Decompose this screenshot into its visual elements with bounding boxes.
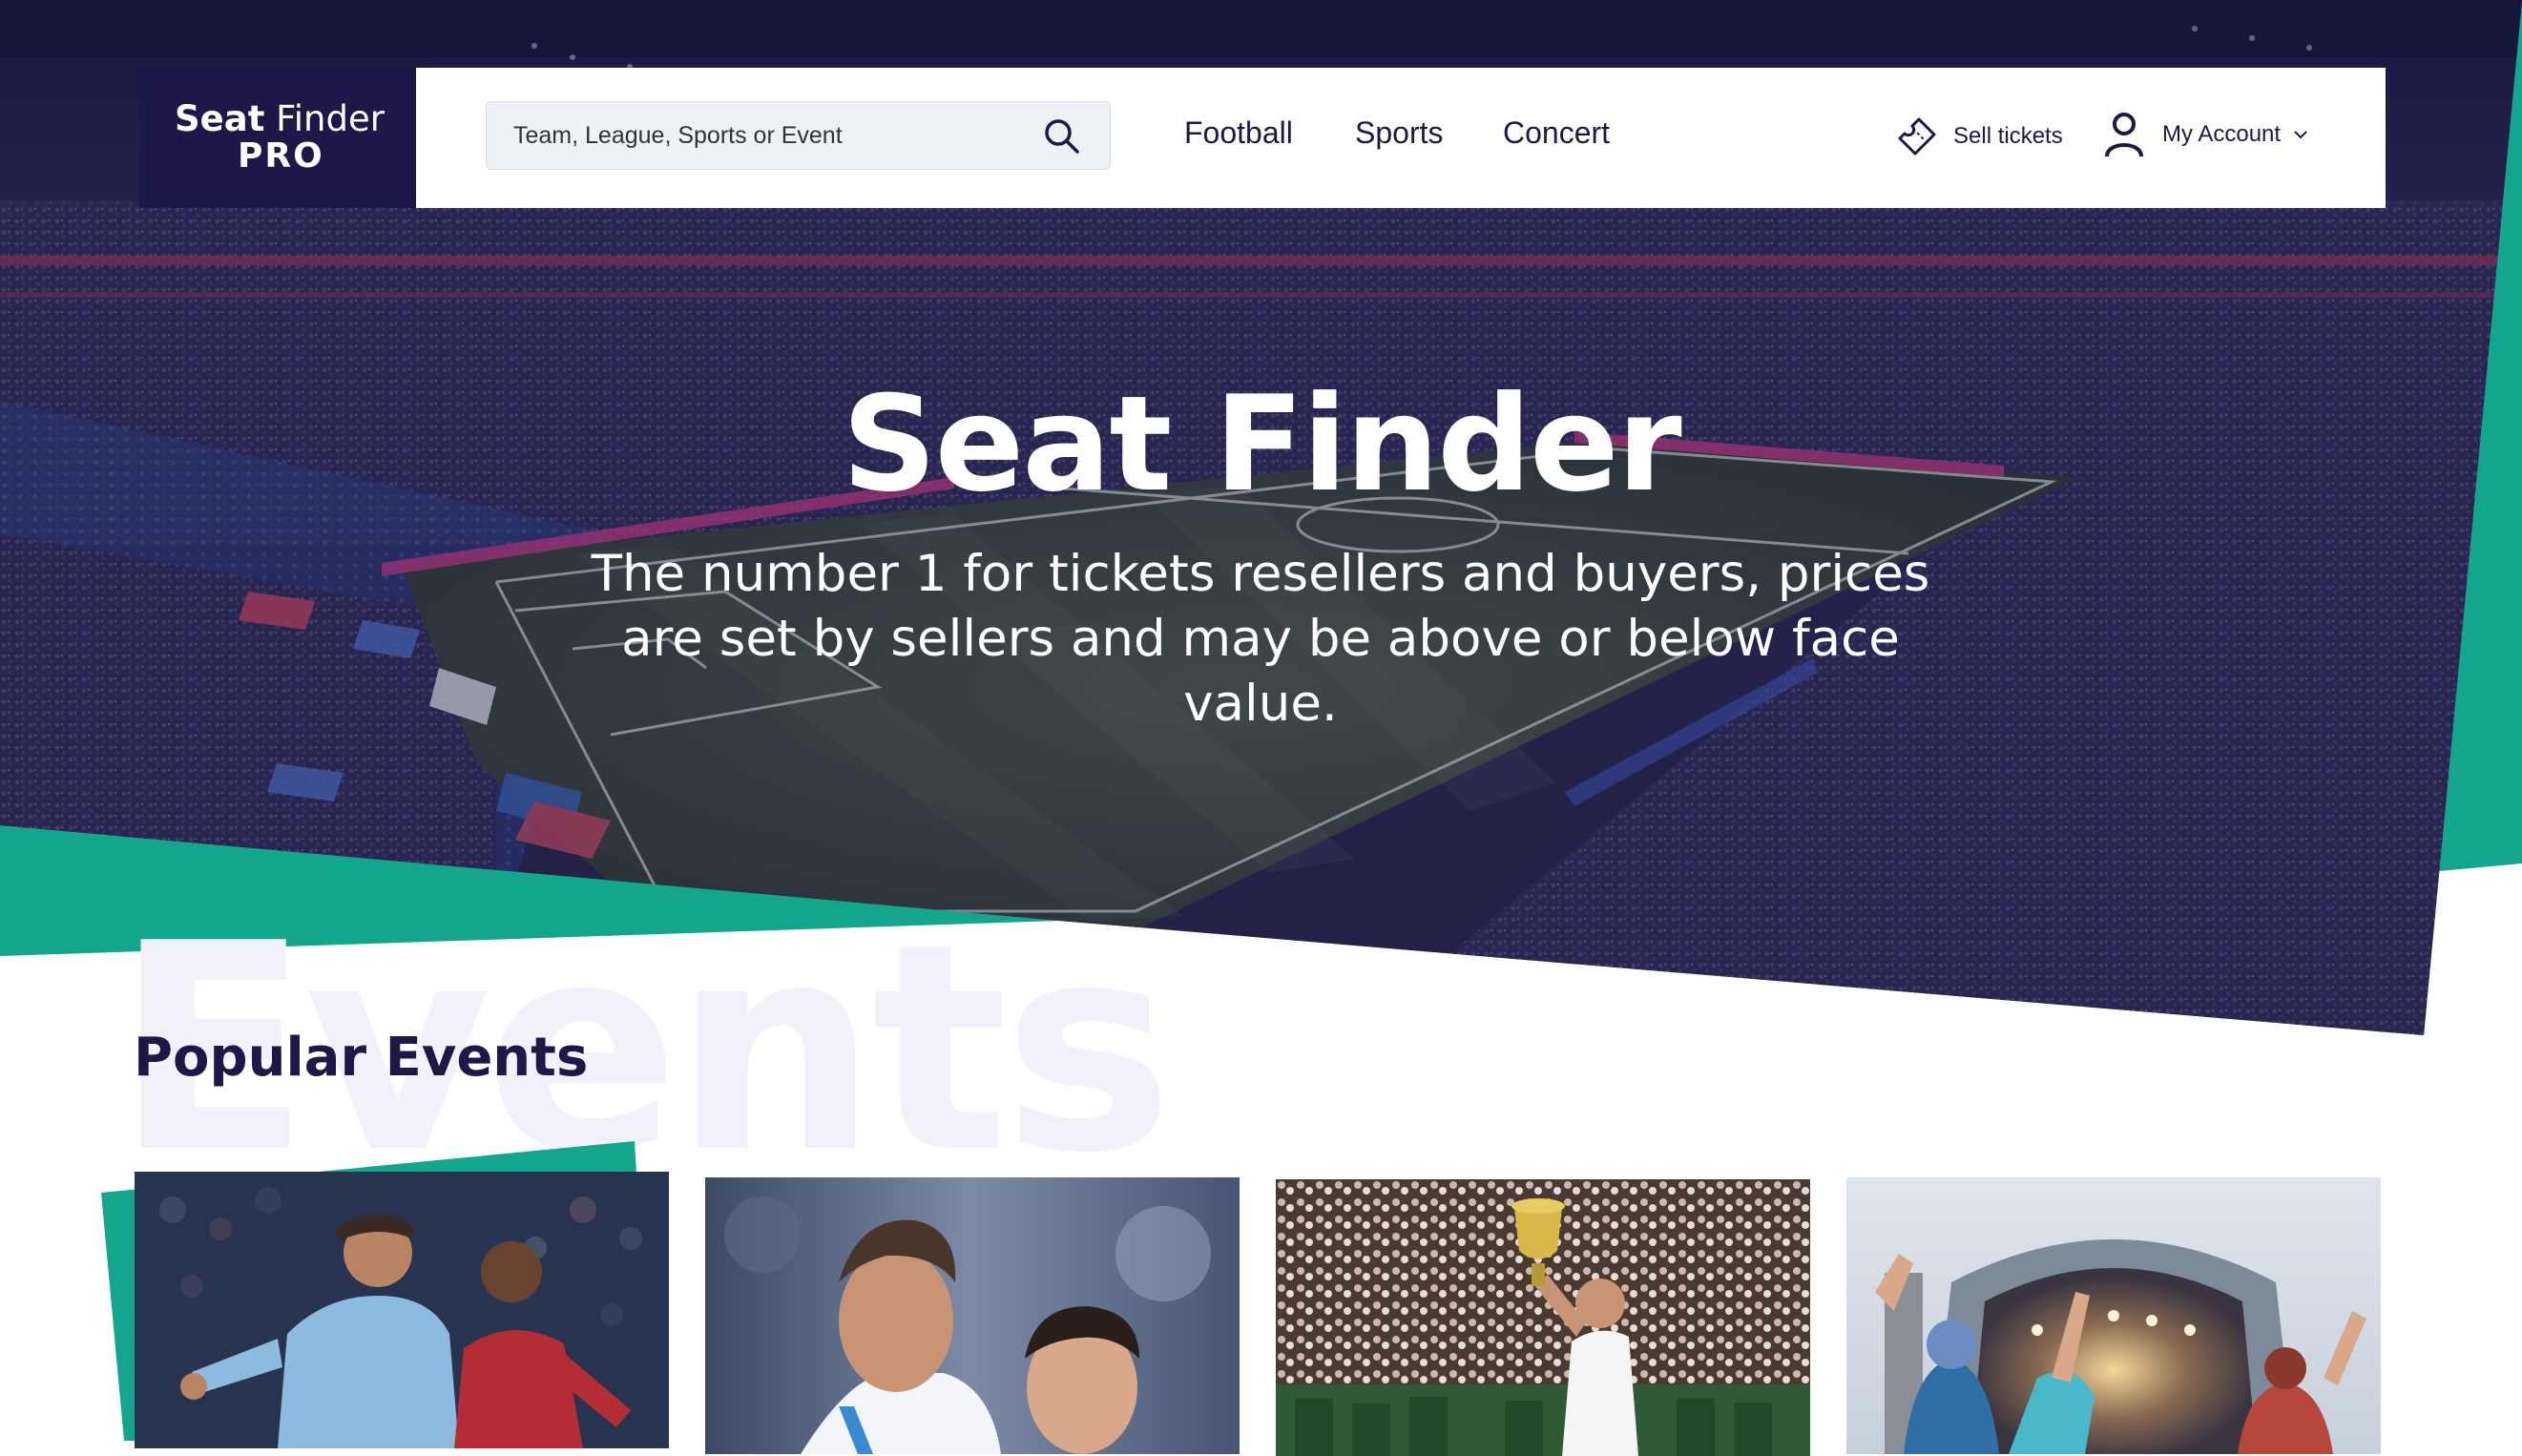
event-card-concert[interactable] (1846, 1177, 2381, 1454)
nav-sports[interactable]: Sports (1355, 115, 1443, 151)
hero-title: Seat Finder (842, 367, 1681, 521)
sell-tickets-button[interactable]: Sell tickets (1896, 110, 2063, 163)
concert-crowd-photo (1846, 1177, 2381, 1454)
sell-tickets-label: Sell tickets (1953, 123, 2063, 149)
event-card-tennis[interactable] (1276, 1179, 1810, 1456)
nav-football[interactable]: Football (1184, 115, 1293, 151)
nav-concert[interactable]: Concert (1503, 115, 1610, 151)
logo[interactable]: Seat Finder PRO (138, 68, 416, 208)
logo-text-line2: PRO (238, 136, 324, 176)
navbar: Seat Finder PRO Football Sports Concert … (138, 68, 2386, 208)
event-card-football-star[interactable] (705, 1177, 1240, 1454)
ticket-icon (1898, 117, 1936, 156)
search-box (486, 101, 1111, 170)
search-input[interactable] (487, 102, 1021, 169)
logo-text-line1: Seat Finder (175, 98, 385, 139)
football-players-photo (135, 1172, 669, 1448)
hero-subtitle: The number 1 for tickets resellers and b… (591, 545, 1930, 733)
user-icon (2105, 113, 2143, 157)
chevron-down-icon (2294, 131, 2307, 139)
my-account-menu[interactable]: My Account (2103, 106, 2309, 163)
my-account-label: My Account (2162, 121, 2282, 147)
search-icon[interactable] (1043, 117, 1081, 156)
event-card-football-players[interactable] (135, 1172, 669, 1448)
tennis-trophy-photo (1276, 1179, 1810, 1456)
football-star-photo (705, 1177, 1240, 1454)
popular-events-title: Popular Events (134, 1027, 589, 1089)
